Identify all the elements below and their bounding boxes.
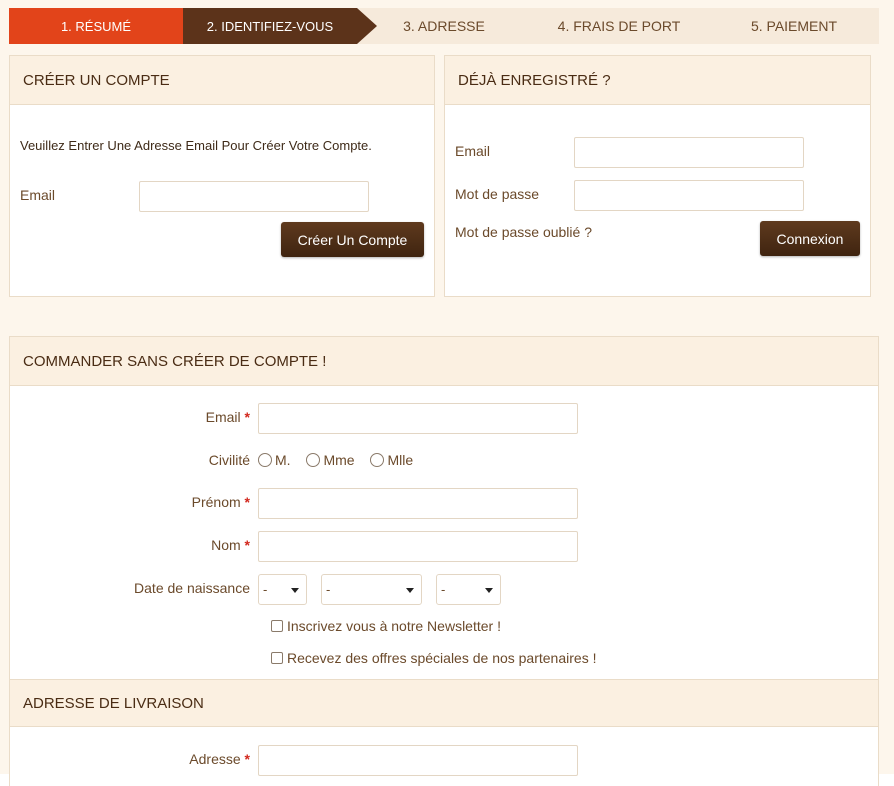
civility-mr-label: M. — [275, 452, 291, 468]
firstname-label: Prénom * — [110, 494, 250, 510]
civility-mr[interactable]: M. — [258, 452, 291, 468]
civility-options: M. Mme Mlle — [258, 452, 413, 468]
birth-month-value: - — [326, 582, 331, 597]
create-account-box: CRÉER UN COMPTE Veuillez Entrer Une Adre… — [9, 55, 435, 297]
login-password-input[interactable] — [574, 180, 804, 211]
partner-offers-label: Recevez des offres spéciales de nos part… — [287, 650, 597, 666]
required-mark: * — [244, 537, 250, 553]
firstname-input[interactable] — [258, 488, 578, 519]
birthdate-label: Date de naissance — [134, 580, 250, 596]
radio-icon[interactable] — [258, 453, 272, 467]
create-account-title: CRÉER UN COMPTE — [10, 56, 434, 105]
create-email-input[interactable] — [139, 181, 369, 212]
checkbox-icon[interactable] — [271, 652, 283, 664]
step-address: 3. ADRESSE — [403, 18, 485, 34]
create-account-intro: Veuillez Entrer Une Adresse Email Pour C… — [20, 138, 372, 153]
lastname-label-text: Nom — [211, 537, 241, 553]
checkbox-icon[interactable] — [271, 620, 283, 632]
lastname-input[interactable] — [258, 531, 578, 562]
address-label: Adresse * — [110, 751, 250, 767]
partner-offers-option[interactable]: Recevez des offres spéciales de nos part… — [271, 650, 596, 666]
civility-mrs[interactable]: Mme — [306, 452, 355, 468]
guest-email-label-text: Email — [205, 409, 241, 425]
login-title: DÉJÀ ENREGISTRÉ ? — [445, 56, 870, 105]
login-box: DÉJÀ ENREGISTRÉ ? Email Mot de passe Mot… — [444, 55, 871, 297]
create-email-label: Email — [20, 187, 56, 203]
civility-miss[interactable]: Mlle — [370, 452, 413, 468]
chevron-down-icon — [406, 588, 414, 593]
step-identify[interactable]: 2. IDENTIFIEZ-VOUS — [183, 8, 377, 44]
guest-checkout-box: COMMANDER SANS CRÉER DE COMPTE ! Email *… — [9, 336, 879, 786]
birth-year-select[interactable]: - — [436, 574, 501, 605]
required-mark: * — [244, 409, 250, 425]
civility-mrs-label: Mme — [323, 452, 355, 468]
newsletter-option[interactable]: Inscrivez vous à notre Newsletter ! — [271, 618, 501, 634]
newsletter-label: Inscrivez vous à notre Newsletter ! — [287, 618, 501, 634]
chevron-down-icon — [485, 588, 493, 593]
create-account-button[interactable]: Créer Un Compte — [281, 222, 424, 257]
address-label-text: Adresse — [189, 751, 241, 767]
civility-miss-label: Mlle — [387, 452, 414, 468]
required-mark: * — [244, 751, 250, 767]
guest-checkout-title: COMMANDER SANS CRÉER DE COMPTE ! — [10, 337, 878, 386]
step-identify-label: 2. IDENTIFIEZ-VOUS — [206, 18, 334, 34]
required-mark: * — [244, 494, 250, 510]
forgot-password-link[interactable]: Mot de passe oublié ? — [455, 224, 592, 240]
step-payment: 5. PAIEMENT — [750, 18, 838, 34]
step-summary[interactable]: 1. RÉSUMÉ — [9, 8, 183, 44]
login-email-input[interactable] — [574, 137, 804, 168]
guest-email-label: Email * — [110, 409, 250, 425]
address-input[interactable] — [258, 745, 578, 776]
page: 1. RÉSUMÉ 2. IDENTIFIEZ-VOUS 3. ADRESSE … — [0, 0, 894, 786]
birth-day-select[interactable]: - — [258, 574, 307, 605]
login-button[interactable]: Connexion — [760, 221, 860, 256]
step-shipping: 4. FRAIS DE PORT — [557, 18, 681, 34]
birth-day-value: - — [263, 582, 268, 597]
civility-label: Civilité — [208, 452, 250, 468]
chevron-down-icon — [291, 588, 299, 593]
login-password-label: Mot de passe — [455, 186, 540, 202]
guest-email-input[interactable] — [258, 403, 578, 434]
lastname-label: Nom * — [110, 537, 250, 553]
birth-year-value: - — [441, 582, 446, 597]
radio-icon[interactable] — [306, 453, 321, 467]
login-email-label: Email — [455, 143, 491, 159]
radio-icon[interactable] — [370, 453, 385, 467]
checkout-steps: 1. RÉSUMÉ 2. IDENTIFIEZ-VOUS 3. ADRESSE … — [9, 8, 879, 44]
delivery-address-title: ADRESSE DE LIVRAISON — [10, 679, 878, 727]
birth-month-select[interactable]: - — [321, 574, 422, 605]
firstname-label-text: Prénom — [191, 494, 241, 510]
